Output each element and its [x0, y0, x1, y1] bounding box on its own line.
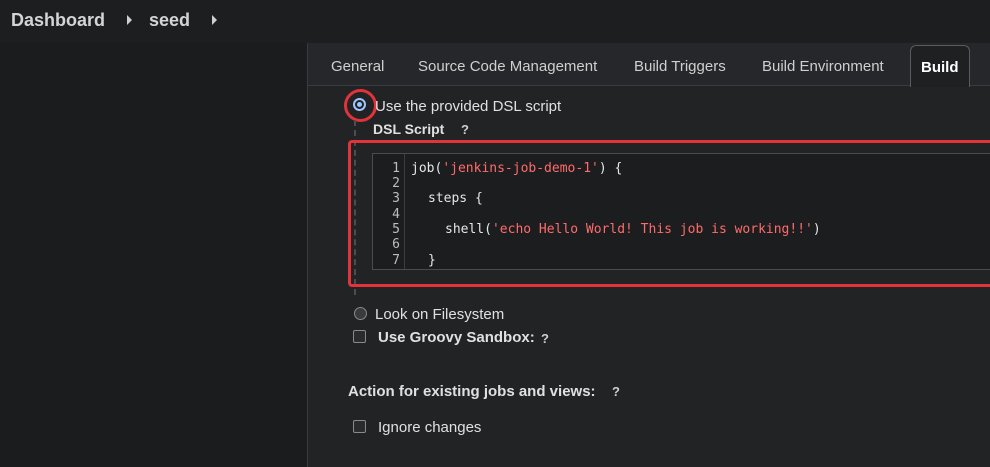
- help-icon[interactable]: ?: [612, 384, 620, 399]
- top-bar: Dashboard seed: [0, 0, 990, 43]
- ignore-changes-label: Ignore changes: [378, 419, 482, 436]
- help-icon[interactable]: ?: [461, 122, 469, 137]
- help-icon[interactable]: ?: [541, 331, 549, 346]
- config-tabs: General Source Code Management Build Tri…: [308, 43, 990, 87]
- breadcrumb-seed[interactable]: seed: [149, 10, 190, 31]
- filesystem-label: Look on Filesystem: [375, 306, 505, 323]
- tab-build[interactable]: Build: [910, 45, 970, 87]
- line-number: 6: [392, 237, 400, 252]
- filesystem-radio[interactable]: [354, 307, 367, 320]
- line-number: 1: [392, 161, 400, 176]
- dsl-script-editor[interactable]: 1 2 3 4 5 6 7 job('jenkins-job-demo-1') …: [372, 153, 990, 270]
- tab-build-triggers[interactable]: Build Triggers: [634, 58, 726, 75]
- code-line-1: job('jenkins-job-demo-1') {: [411, 161, 623, 176]
- chevron-right-icon[interactable]: [212, 15, 217, 25]
- tab-general[interactable]: General: [331, 58, 384, 75]
- ignore-changes-checkbox[interactable]: [353, 420, 366, 433]
- groovy-sandbox-checkbox[interactable]: [353, 330, 366, 343]
- chevron-right-icon[interactable]: [127, 15, 132, 25]
- line-number: 4: [392, 207, 400, 222]
- highlight-circle: [344, 89, 377, 122]
- breadcrumb-dashboard[interactable]: Dashboard: [11, 10, 105, 31]
- line-number: 2: [392, 176, 400, 191]
- action-existing-label: Action for existing jobs and views:: [348, 383, 596, 400]
- code-line-3: steps {: [428, 191, 483, 206]
- code-line-5: shell('echo Hello World! This job is wor…: [445, 222, 821, 237]
- code-line-7: }: [428, 253, 436, 268]
- tab-build-environment[interactable]: Build Environment: [762, 58, 884, 75]
- line-number: 5: [392, 222, 400, 237]
- line-number: 7: [392, 253, 400, 268]
- tab-source-code-management[interactable]: Source Code Management: [418, 58, 597, 75]
- groovy-sandbox-label: Use Groovy Sandbox:: [378, 329, 535, 346]
- line-number: 3: [392, 191, 400, 206]
- dsl-script-label: DSL Script: [373, 121, 445, 137]
- side-panel: [0, 43, 307, 467]
- dsl-provided-label: Use the provided DSL script: [375, 98, 562, 115]
- line-number-gutter: 1 2 3 4 5 6 7: [373, 154, 405, 269]
